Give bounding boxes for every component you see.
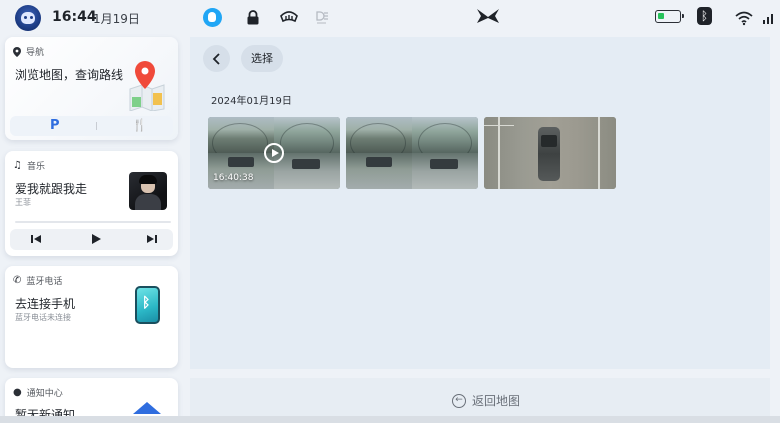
phone-card-title: 去连接手机 xyxy=(15,297,76,311)
gallery-panel xyxy=(190,37,770,369)
shortcut-divider xyxy=(96,122,97,130)
brand-logo-icon xyxy=(477,9,499,23)
light-icon[interactable] xyxy=(311,6,333,28)
date-group-label: 2024年01月19日 xyxy=(211,96,292,107)
location-pin-icon xyxy=(13,46,21,57)
music-card[interactable]: ♫ 音乐 爱我就跟我走 王菲 xyxy=(5,151,178,256)
phone-card-subtitle: 蓝牙电话未连接 xyxy=(15,313,71,322)
notification-card-header-label: 通知中心 xyxy=(26,389,63,399)
navigation-card-header-label: 导航 xyxy=(26,48,45,58)
chevron-left-icon xyxy=(212,52,220,65)
battery-icon xyxy=(655,10,684,23)
lock-icon[interactable] xyxy=(242,6,264,28)
phone-card-header-label: 蓝牙电话 xyxy=(26,277,63,287)
map-icon xyxy=(129,61,165,111)
navigation-card[interactable]: 导航 浏览地图，查询路线 P 🍴 xyxy=(5,37,178,140)
play-video-icon[interactable] xyxy=(264,143,284,163)
music-card-header-label: 音乐 xyxy=(26,162,45,172)
song-title: 爱我就跟我走 xyxy=(15,182,88,196)
bottom-edge xyxy=(0,416,780,423)
car-screen: 16:44 1月19日 ᛒ 导航 浏览地图，查询路线 P 🍴 ♫ 音乐 爱我就跟… xyxy=(0,0,780,423)
album-cover[interactable] xyxy=(129,172,167,210)
chat-bubble-icon: ● xyxy=(13,387,22,398)
phone-card[interactable]: ✆ 蓝牙电话 去连接手机 蓝牙电话未连接 ᛒ xyxy=(5,266,178,368)
phone-icon: ✆ xyxy=(13,275,22,286)
date: 1月19日 xyxy=(93,12,140,26)
notification-art-icon xyxy=(133,402,161,414)
bluetooth-phone-icon: ᛒ xyxy=(135,286,160,324)
parking-shortcut[interactable]: P xyxy=(50,118,60,133)
previous-track-icon[interactable] xyxy=(29,232,43,246)
avatar-eye xyxy=(30,16,33,19)
avatar-eye xyxy=(24,16,27,19)
wifi-icon[interactable] xyxy=(733,7,755,29)
music-card-header: ♫ 音乐 xyxy=(13,159,45,172)
playback-controls xyxy=(10,229,173,250)
signal-icon xyxy=(758,7,780,29)
music-note-icon: ♫ xyxy=(13,160,22,171)
gallery-item-image[interactable] xyxy=(346,117,478,189)
back-button[interactable] xyxy=(203,45,230,72)
voice-assistant-icon[interactable] xyxy=(201,6,223,28)
play-icon[interactable] xyxy=(89,232,103,246)
defrost-icon[interactable] xyxy=(278,6,300,28)
navigation-card-title: 浏览地图，查询路线 xyxy=(15,68,124,82)
gallery-item-image[interactable] xyxy=(484,117,616,189)
navigation-card-header: 导航 xyxy=(13,45,44,58)
food-shortcut[interactable]: 🍴 xyxy=(132,118,147,132)
avatar[interactable] xyxy=(15,5,41,31)
notification-card-header: ● 通知中心 xyxy=(13,386,63,399)
return-to-map-label: 返回地图 xyxy=(472,394,521,408)
video-duration: 16:40:38 xyxy=(213,173,254,183)
song-artist: 王菲 xyxy=(15,198,31,207)
status-bar: 16:44 1月19日 ᛒ xyxy=(0,0,780,34)
next-track-icon[interactable] xyxy=(145,232,159,246)
bluetooth-icon[interactable]: ᛒ xyxy=(697,7,712,25)
gallery-item-video[interactable]: 16:40:38 xyxy=(208,117,340,189)
navigation-shortcuts: P 🍴 xyxy=(10,116,173,136)
battery-level xyxy=(658,13,664,19)
phone-card-header: ✆ 蓝牙电话 xyxy=(13,274,62,287)
arrow-left-icon: ← xyxy=(452,393,466,408)
clock: 16:44 xyxy=(52,9,97,25)
select-button[interactable]: 选择 xyxy=(241,45,283,72)
playback-progress[interactable] xyxy=(15,221,171,223)
return-to-map-button[interactable]: ← 返回地图 xyxy=(452,392,520,409)
